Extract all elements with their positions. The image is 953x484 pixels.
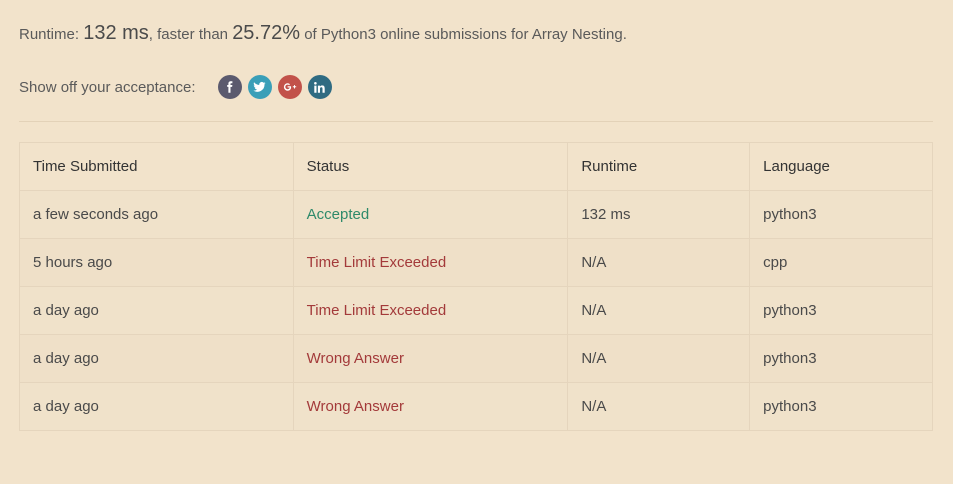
header-time-submitted[interactable]: Time Submitted [19,142,294,191]
status-link[interactable]: Time Limit Exceeded [307,254,447,271]
submissions-table: Time Submitted Status Runtime Language a… [19,142,933,431]
share-label: Show off your acceptance: [19,78,196,96]
twitter-icon[interactable] [247,75,272,99]
cell-time-submitted: a day ago [19,286,294,335]
faster-than-text: , faster than [148,26,233,43]
header-status[interactable]: Status [292,142,569,191]
table-header-row: Time Submitted Status Runtime Language [19,142,933,191]
header-language[interactable]: Language [749,142,933,191]
cell-language: python3 [749,382,933,431]
summary-suffix: of Python3 online submissions for Array … [300,26,627,43]
cell-time-submitted: a day ago [19,382,294,431]
cell-runtime: N/A [567,238,751,287]
percentile-value: 25.72% [232,22,301,44]
status-link[interactable]: Wrong Answer [307,350,404,367]
divider [19,121,933,122]
cell-runtime: N/A [567,286,751,335]
share-icons [217,75,338,99]
cell-language: python3 [749,190,933,239]
cell-status: Time Limit Exceeded [292,286,569,335]
runtime-summary: Runtime: 132 ms, faster than 25.72% of P… [19,22,627,45]
status-link[interactable]: Wrong Answer [307,398,404,415]
cell-language: python3 [749,286,933,335]
cell-time-submitted: 5 hours ago [19,238,294,287]
status-link[interactable]: Time Limit Exceeded [307,302,447,319]
cell-status: Wrong Answer [292,382,569,431]
cell-status: Accepted [292,190,569,239]
cell-time-submitted: a few seconds ago [19,190,294,239]
header-runtime[interactable]: Runtime [567,142,751,191]
table-row: a few seconds ago Accepted 132 ms python… [19,190,933,239]
runtime-prefix: Runtime: [19,26,84,43]
cell-status: Time Limit Exceeded [292,238,569,287]
cell-language: python3 [749,334,933,383]
facebook-icon[interactable] [217,75,242,99]
cell-runtime: 132 ms [567,190,751,239]
cell-runtime: N/A [567,382,751,431]
share-row: Show off your acceptance: [19,75,338,99]
table-row: a day ago Time Limit Exceeded N/A python… [19,286,933,335]
cell-status: Wrong Answer [292,334,569,383]
table-row: a day ago Wrong Answer N/A python3 [19,382,933,431]
table-row: 5 hours ago Time Limit Exceeded N/A cpp [19,238,933,287]
linkedin-icon[interactable] [307,75,332,99]
cell-time-submitted: a day ago [19,334,294,383]
cell-runtime: N/A [567,334,751,383]
cell-language: cpp [749,238,933,287]
table-row: a day ago Wrong Answer N/A python3 [19,334,933,383]
status-link[interactable]: Accepted [307,206,370,223]
runtime-value: 132 ms [83,22,149,44]
google-plus-icon[interactable] [277,75,302,99]
